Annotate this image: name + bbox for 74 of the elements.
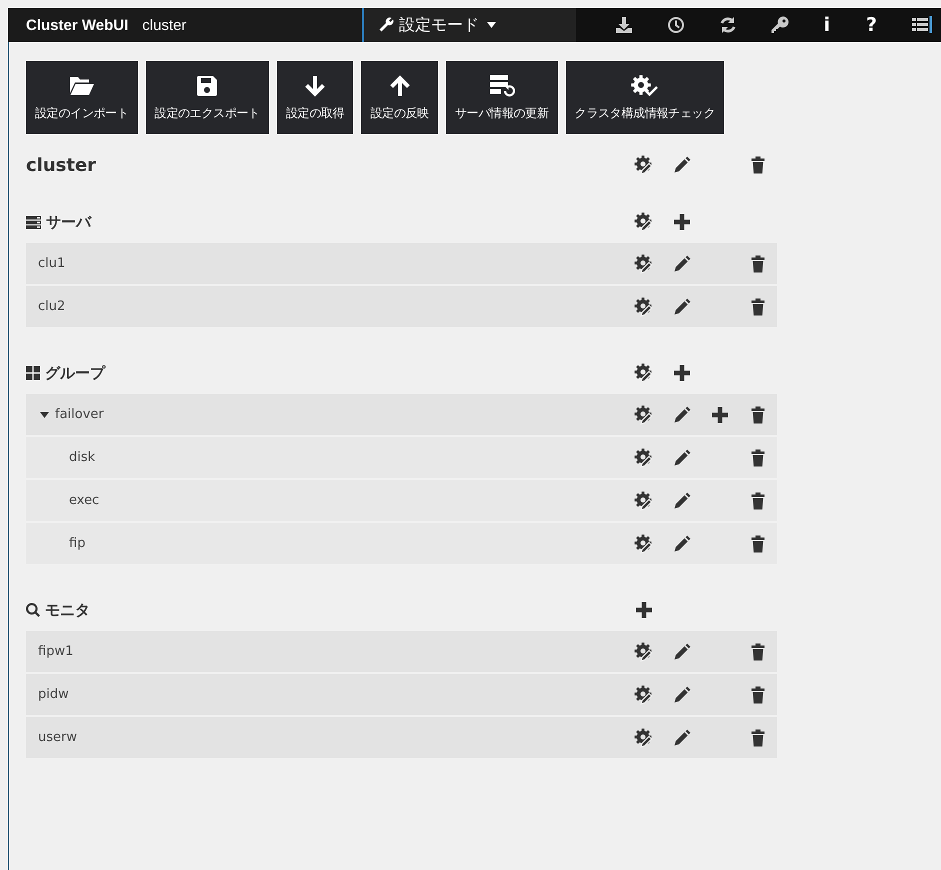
list-icon[interactable]: [910, 15, 933, 35]
toolbar-button[interactable]: 設定の反映: [361, 61, 438, 134]
cluster-title: cluster: [26, 154, 96, 176]
key-icon[interactable]: [770, 15, 790, 35]
arrow-down-icon: [305, 75, 326, 97]
grid-icon: [26, 366, 40, 380]
item-name: clu2: [38, 299, 66, 314]
toolbar-button[interactable]: 設定のインポート: [26, 61, 138, 134]
pencil-icon[interactable]: [672, 448, 692, 468]
pencil-icon[interactable]: [672, 684, 692, 704]
item-name: disk: [69, 450, 96, 465]
tree-row[interactable]: userw: [26, 717, 777, 758]
section-title: グループ: [45, 364, 105, 382]
item-name: fip: [69, 536, 86, 551]
pencil-icon[interactable]: [672, 254, 692, 274]
gear-pencil-icon[interactable]: [634, 254, 654, 274]
gear-pencil-icon[interactable]: [634, 155, 654, 175]
header-button[interactable]: ?: [864, 15, 880, 35]
pencil-icon[interactable]: [672, 534, 692, 554]
tree-row[interactable]: clu1: [26, 243, 777, 284]
toolbar-button[interactable]: クラスタ構成情報チェック: [566, 61, 724, 134]
tree-row[interactable]: disk: [26, 437, 777, 478]
folder-icon: [68, 75, 95, 97]
tree-row[interactable]: clu2: [26, 286, 777, 327]
download-icon[interactable]: [614, 15, 634, 35]
pencil-icon[interactable]: [672, 490, 692, 510]
server-refresh-icon: [488, 74, 515, 98]
gear-pencil-icon[interactable]: [634, 490, 654, 510]
plus-icon[interactable]: [634, 600, 654, 620]
caret-down-icon: [487, 22, 496, 28]
pencil-icon[interactable]: [672, 728, 692, 748]
plus-icon[interactable]: [672, 212, 692, 232]
item-name: exec: [69, 493, 100, 508]
pencil-icon[interactable]: [672, 296, 692, 316]
tree-row[interactable]: pidw: [26, 674, 777, 715]
pencil-icon[interactable]: [672, 155, 692, 175]
gear-pencil-icon[interactable]: [634, 404, 654, 424]
item-name: fipw1: [38, 644, 74, 659]
item-name: userw: [38, 730, 77, 745]
toolbar-button[interactable]: サーバ情報の更新: [446, 61, 558, 134]
gear-check-icon: [630, 74, 659, 98]
caret-down-icon[interactable]: [40, 412, 49, 418]
section-title: モニタ: [45, 600, 90, 620]
search-icon: [26, 603, 40, 617]
toolbar-button[interactable]: 設定の取得: [276, 61, 354, 134]
tree-row[interactable]: failover: [26, 394, 777, 435]
item-name: pidw: [38, 687, 69, 702]
arrow-up-icon: [390, 75, 410, 97]
plus-icon[interactable]: [710, 404, 730, 424]
gear-pencil-icon[interactable]: [634, 448, 654, 468]
wrench-icon: [378, 17, 394, 33]
item-name: failover: [55, 407, 104, 422]
server-icon: [26, 216, 41, 228]
gear-pencil-icon[interactable]: [634, 212, 654, 232]
gear-pencil-icon[interactable]: [634, 642, 654, 662]
tree-row[interactable]: fipw1: [26, 631, 777, 672]
clock-icon[interactable]: [666, 15, 686, 35]
tree-row[interactable]: exec: [26, 480, 777, 521]
gear-pencil-icon[interactable]: [634, 728, 654, 748]
header-button[interactable]: i: [822, 15, 832, 35]
pencil-icon[interactable]: [672, 404, 692, 424]
gear-pencil-icon[interactable]: [634, 296, 654, 316]
tree-row[interactable]: fip: [26, 523, 777, 564]
gear-pencil-icon[interactable]: [634, 363, 654, 383]
item-name: clu1: [38, 256, 66, 271]
mode-dropdown[interactable]: 設定モード: [362, 8, 576, 42]
gear-pencil-icon[interactable]: [634, 534, 654, 554]
app-title: Cluster WebUI: [26, 16, 128, 34]
section-title: サーバ: [46, 212, 91, 232]
plus-icon[interactable]: [672, 363, 692, 383]
pencil-icon[interactable]: [672, 642, 692, 662]
toolbar-button[interactable]: 設定のエクスポート: [146, 61, 269, 134]
cluster-name: cluster: [142, 16, 186, 34]
gear-pencil-icon[interactable]: [634, 684, 654, 704]
